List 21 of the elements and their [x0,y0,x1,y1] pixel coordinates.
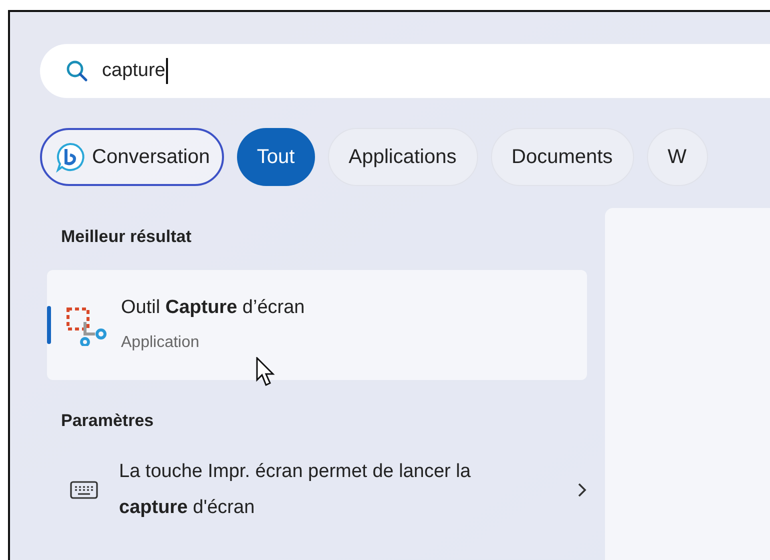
filter-tab[interactable]: Applications [328,128,478,186]
chevron-right-icon [577,482,587,498]
filter-tab[interactable]: Conversation [40,128,224,186]
settings-item[interactable]: La touche Impr. écran permet de lancer la capture d'écran [47,455,587,525]
settings-text: La touche Impr. écran permet de lancer la capture d'écran [119,460,472,520]
chat-logo-icon [54,141,86,173]
filter-tab[interactable]: Documents [490,128,634,186]
selection-indicator [47,306,51,344]
result-subtitle: Application [121,332,200,353]
mouse-pointer-icon [256,357,276,387]
result-item[interactable]: Outil Capture d’écran Application [47,270,587,380]
search-icon [66,60,88,82]
keyboard-icon [69,479,99,501]
result-title: Outil Capture d’écran [121,296,305,320]
section-heading: Meilleur résultat [61,226,192,248]
search-field[interactable]: capture [40,44,770,98]
filter-tab[interactable]: Tout [236,128,315,186]
section-heading: Paramètres [61,410,155,432]
search-text: capture [102,58,166,83]
filter-tab[interactable]: W [646,128,708,186]
text-cursor [166,58,168,84]
